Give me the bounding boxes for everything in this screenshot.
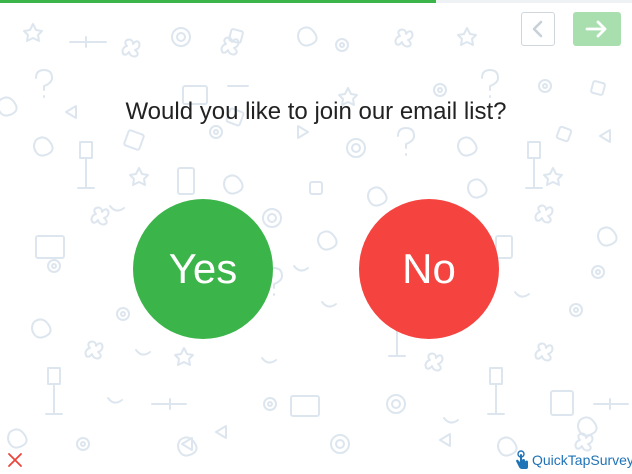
progress-bar — [0, 0, 632, 3]
close-button[interactable] — [6, 451, 24, 469]
yes-button[interactable]: Yes — [133, 199, 273, 339]
back-button[interactable] — [521, 12, 555, 46]
hand-pointer-icon — [516, 450, 528, 469]
no-button[interactable]: No — [359, 199, 499, 339]
close-icon — [8, 453, 22, 467]
brand-logo: QuickTapSurvey — [516, 449, 632, 471]
arrow-right-icon — [585, 20, 607, 38]
background-pattern — [0, 23, 629, 457]
chevron-left-icon — [532, 20, 543, 38]
brand-name: QuickTapSurvey — [532, 452, 632, 468]
survey-screen: Would you like to join our email list? Y… — [0, 0, 632, 474]
next-button[interactable] — [573, 12, 621, 46]
no-button-label: No — [402, 245, 456, 292]
progress-bar-fill — [0, 0, 437, 3]
survey-question: Would you like to join our email list? — [125, 98, 507, 125]
yes-button-label: Yes — [168, 245, 238, 292]
